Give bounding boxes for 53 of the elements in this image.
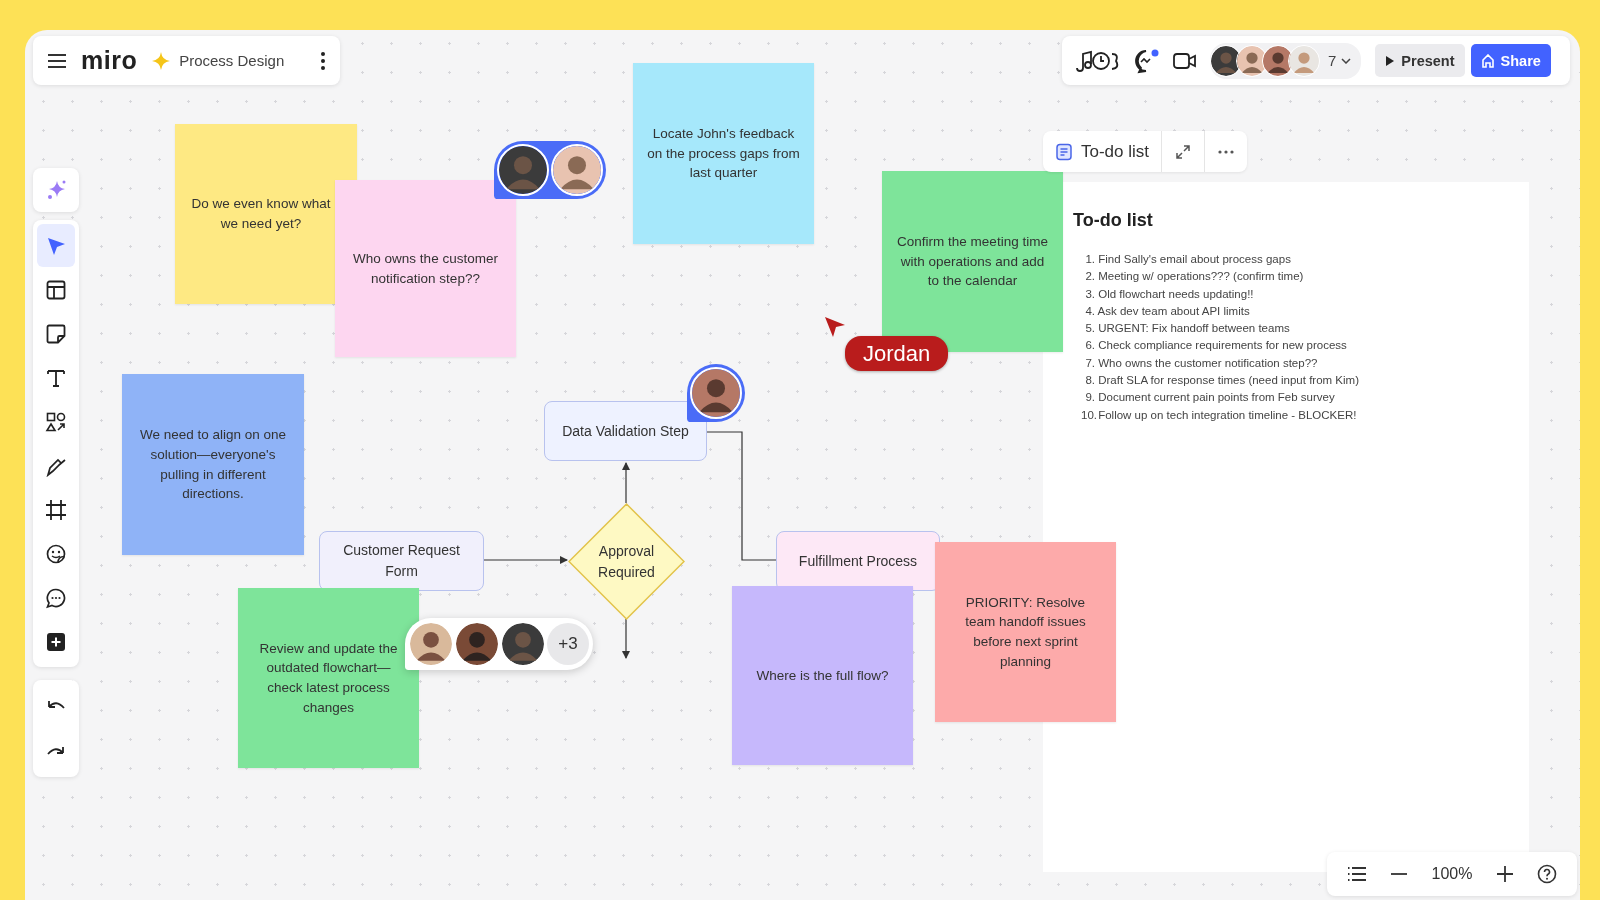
present-button[interactable]: Present (1375, 44, 1465, 77)
todo-item: 6. Check compliance requirements for new process (1084, 338, 1348, 354)
avatar (497, 144, 549, 196)
zoom-in-icon[interactable] (1495, 865, 1514, 883)
process-shape: Data Validation Step (544, 401, 707, 461)
todo-item: 1. Find Sally's email about process gaps (1084, 252, 1292, 267)
connector-arrow (622, 618, 630, 659)
todo-item: 10.Follow up on tech integration timeline - BLOCKER! (1080, 407, 1358, 423)
cursor-icon (824, 316, 846, 338)
more-vertical-icon[interactable] (320, 50, 326, 71)
avatar (551, 144, 603, 196)
todo-item: 3. Old flowchart needs updating!! (1084, 286, 1255, 302)
process-shape: Fulfillment Process (776, 531, 940, 591)
todo-item: 8. Draft SLA for response times (need input from Kim) (1084, 373, 1360, 389)
more-count: +3 (547, 623, 589, 665)
process-shape: Customer Request Form (319, 531, 484, 591)
menu-icon[interactable] (47, 52, 67, 69)
todo-item: 2. Meeting w/ operations??? (confirm time) (1084, 269, 1305, 285)
sticky-note: PRIORITY: Resolve team handoff issues before next sprint planning (935, 542, 1116, 722)
comment-thread[interactable]: +3 (405, 618, 593, 670)
connector-arrow (622, 462, 630, 504)
board-title[interactable]: Process Design (179, 52, 306, 69)
todo-item: 4. Ask dev team about API limits (1084, 303, 1251, 319)
sticky-note: Where is the full flow? (732, 586, 913, 765)
play-icon (1385, 54, 1396, 67)
select-tool-icon[interactable] (37, 224, 75, 267)
avatar (1288, 44, 1320, 77)
avatar (690, 367, 742, 419)
logo[interactable]: miro (81, 46, 138, 75)
doc-title-button[interactable]: To-do list (1043, 131, 1163, 172)
todo-item: 5. URGENT: Fix handoff between teams (1084, 321, 1291, 337)
sticky-note: We need to align on one solution—everyone's pulling in different directions. (122, 374, 304, 555)
sticky-note: Locate John's feedback on the process gaps from last quarter (633, 63, 814, 244)
collaborators-pill[interactable]: 7 (1210, 42, 1362, 79)
help-icon[interactable] (1537, 864, 1558, 884)
collaborator-count: 7 (1328, 52, 1337, 69)
sticky-note: Review and update the outdated flowchart—check latest process changes (238, 588, 419, 768)
decision-shape: Approval Required (568, 503, 685, 620)
todo-item: 7. Who owns the customer notification step?? (1084, 355, 1319, 371)
avatar (501, 622, 545, 666)
document-icon (1055, 142, 1073, 161)
chevron-down-icon (1341, 57, 1352, 64)
document-heading: To-do list (1073, 210, 1154, 231)
comment-thread[interactable] (494, 141, 606, 199)
share-button[interactable]: Share (1470, 44, 1551, 77)
zoom-level[interactable]: 100% (1431, 865, 1473, 883)
chat-icon[interactable] (1134, 47, 1160, 74)
home-icon (1480, 53, 1495, 68)
avatar (409, 622, 453, 666)
list-icon[interactable] (1346, 866, 1367, 882)
comment-thread[interactable] (687, 364, 745, 422)
avatar (455, 622, 499, 666)
todo-item: 9. Document current pain points from Feb survey (1084, 390, 1336, 406)
